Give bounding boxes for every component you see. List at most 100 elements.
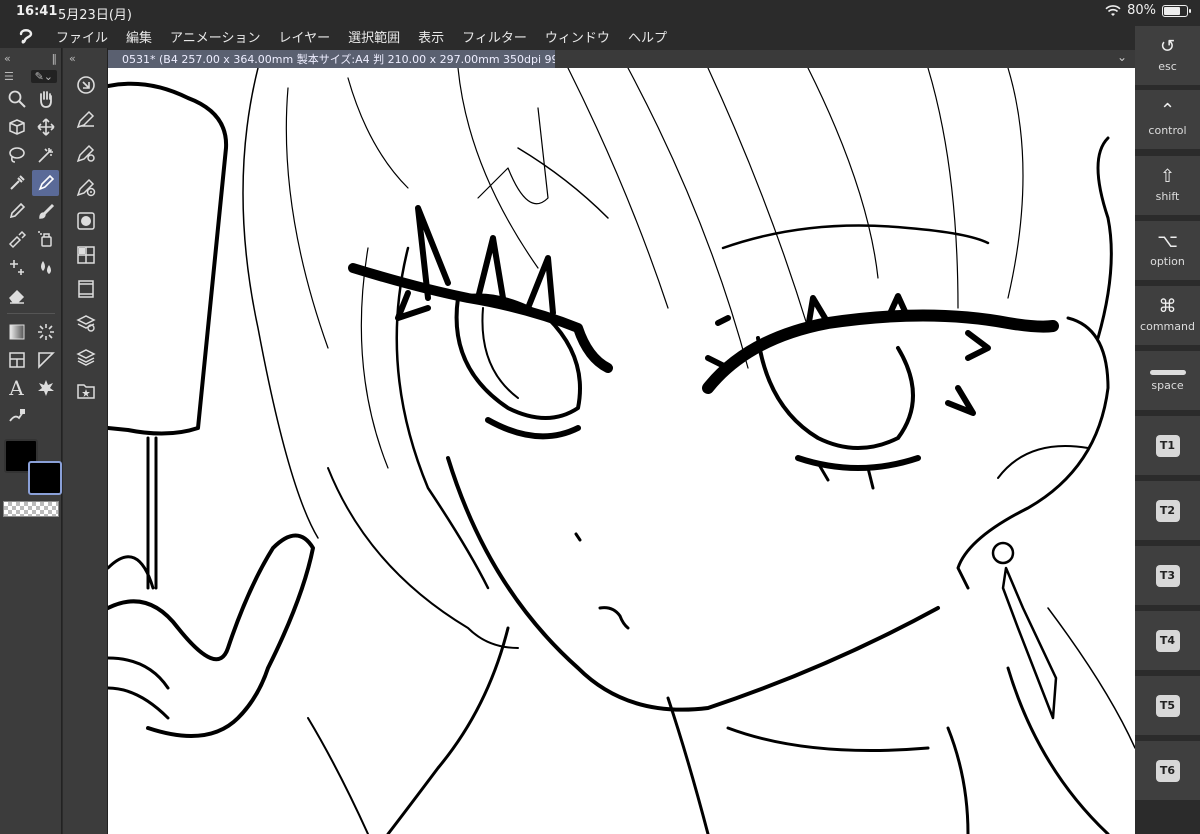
document-title: 0531* (B4 257.00 x 364.00mm 製本サイズ:A4 判 2…: [122, 53, 555, 66]
command-key-icon: ⌘: [1158, 296, 1177, 317]
color-chips: [2, 437, 62, 501]
sub-color-chip[interactable]: [28, 461, 62, 495]
shift-key-icon: ⇧: [1159, 166, 1176, 187]
status-bar: 16:41 5月23日(月) 80%: [0, 0, 1200, 24]
edge-key-esc[interactable]: ↺ esc: [1135, 26, 1200, 88]
edge-keyboard: ↺ esc ⌃ control ⇧ shift ⌥ option ⌘ command space T1…: [1135, 24, 1200, 834]
layer-icon[interactable]: [63, 340, 108, 374]
operation-icon[interactable]: [3, 114, 30, 140]
menu-window[interactable]: ウィンドウ: [545, 27, 610, 46]
battery-icon: [1162, 4, 1191, 17]
balloon-icon[interactable]: [32, 375, 59, 401]
frame-icon[interactable]: [3, 347, 30, 373]
edge-key-label: shift: [1155, 190, 1180, 203]
pen-icon[interactable]: [32, 170, 59, 196]
app-logo-icon[interactable]: [0, 27, 56, 45]
tool-palette: « ‖ ☰ ✎⌄ A: [0, 48, 62, 834]
menu-help[interactable]: ヘルプ: [628, 27, 667, 46]
sub-tool-header: «: [63, 48, 107, 68]
edge-key-label: control: [1148, 124, 1187, 137]
sub-tool-column: «: [63, 48, 108, 834]
line-art-illustration: [108, 68, 1135, 834]
ruler-icon[interactable]: [32, 347, 59, 373]
edge-key-command[interactable]: ⌘ command: [1135, 286, 1200, 348]
status-right: 80%: [1105, 3, 1191, 18]
auto-select-icon[interactable]: [32, 142, 59, 168]
material-icon[interactable]: [63, 238, 108, 272]
animation-icon[interactable]: [63, 272, 108, 306]
move-layer-icon[interactable]: [32, 114, 59, 140]
status-time: 16:41: [16, 4, 58, 19]
edge-key-label: command: [1140, 320, 1195, 333]
pencil-icon[interactable]: [3, 198, 30, 224]
current-tool-pen-icon[interactable]: ✎⌄: [30, 69, 57, 83]
menu-file[interactable]: ファイル: [56, 27, 108, 46]
chevron-down-icon[interactable]: ⌄: [1117, 50, 1127, 64]
menu-bar: ファイル 編集 アニメーション レイヤー 選択範囲 表示 フィルター ウィンドウ…: [0, 24, 1135, 48]
edge-key-label: T5: [1155, 694, 1180, 717]
menu-edit[interactable]: 編集: [126, 27, 152, 46]
menu-animation[interactable]: アニメーション: [170, 27, 260, 46]
edge-key-t1[interactable]: T1: [1135, 416, 1200, 478]
document-tab[interactable]: 0531* (B4 257.00 x 364.00mm 製本サイズ:A4 判 2…: [108, 50, 555, 68]
menu-layer[interactable]: レイヤー: [279, 27, 331, 46]
palette-grip-icon[interactable]: ‖: [52, 52, 58, 65]
status-date: 5月23日(月): [58, 8, 132, 23]
tool-palette-header: « ‖: [0, 48, 61, 68]
transparent-color-chip[interactable]: [3, 501, 59, 517]
edge-key-label: space: [1151, 378, 1184, 392]
menu-filter[interactable]: フィルター: [462, 27, 527, 46]
collapse-left-icon[interactable]: «: [69, 52, 76, 65]
blend-icon[interactable]: [32, 254, 59, 280]
edge-key-label: T1: [1155, 434, 1180, 457]
menu-selection[interactable]: 選択範囲: [348, 27, 400, 46]
edge-key-space[interactable]: space: [1135, 351, 1200, 413]
decoration-icon[interactable]: [3, 254, 30, 280]
edge-key-label: esc: [1158, 60, 1177, 73]
edge-key-t5[interactable]: T5: [1135, 676, 1200, 738]
navigator-icon[interactable]: [63, 204, 108, 238]
sub-pen-icon[interactable]: [63, 102, 108, 136]
layer-property-icon[interactable]: [63, 306, 108, 340]
edge-key-t6[interactable]: T6: [1135, 741, 1200, 803]
favorite-icon[interactable]: [63, 374, 108, 408]
edge-key-t3[interactable]: T3: [1135, 546, 1200, 608]
hand-icon[interactable]: [32, 86, 59, 112]
tool-grid: A: [0, 84, 61, 431]
sub-pen-target-icon[interactable]: [63, 170, 108, 204]
edge-key-label: T2: [1155, 499, 1180, 522]
edge-key-control[interactable]: ⌃ control: [1135, 90, 1200, 152]
edge-key-shift[interactable]: ⇧ shift: [1135, 156, 1200, 218]
spacebar-icon: [1149, 369, 1186, 375]
lasso-icon[interactable]: [3, 142, 30, 168]
edge-key-option[interactable]: ⌥ option: [1135, 221, 1200, 283]
option-key-icon: ⌥: [1157, 231, 1178, 252]
sub-tool-detail-icon[interactable]: [63, 68, 108, 102]
control-key-icon: ⌃: [1159, 100, 1176, 121]
eyedropper-icon[interactable]: [3, 170, 30, 196]
wifi-icon: [1105, 4, 1121, 16]
tool-separator: [7, 313, 55, 314]
eraser-icon[interactable]: [3, 282, 30, 308]
battery-percent: 80%: [1127, 3, 1156, 18]
watercolor-icon[interactable]: [3, 226, 30, 252]
tool-palette-subheader: ☰ ✎⌄: [0, 68, 61, 84]
esc-key-icon: ↺: [1159, 36, 1176, 57]
collapse-left-icon[interactable]: «: [4, 52, 11, 65]
fill-icon[interactable]: [32, 319, 59, 345]
brush-icon[interactable]: [32, 198, 59, 224]
menu-view[interactable]: 表示: [418, 27, 444, 46]
drawing-canvas[interactable]: [108, 68, 1135, 834]
edge-key-t2[interactable]: T2: [1135, 481, 1200, 543]
correct-line-icon[interactable]: [3, 403, 30, 429]
menu-lines-icon[interactable]: ☰: [4, 70, 14, 83]
zoom-icon[interactable]: [3, 86, 30, 112]
airbrush-icon[interactable]: [32, 226, 59, 252]
edge-key-label: T6: [1155, 759, 1180, 782]
gradient-icon[interactable]: [3, 319, 30, 345]
text-icon[interactable]: A: [3, 375, 30, 401]
edge-key-t4[interactable]: T4: [1135, 611, 1200, 673]
edge-key-label: option: [1150, 255, 1185, 268]
sub-pen-settings-icon[interactable]: [63, 136, 108, 170]
edge-key-label: T4: [1155, 629, 1180, 652]
